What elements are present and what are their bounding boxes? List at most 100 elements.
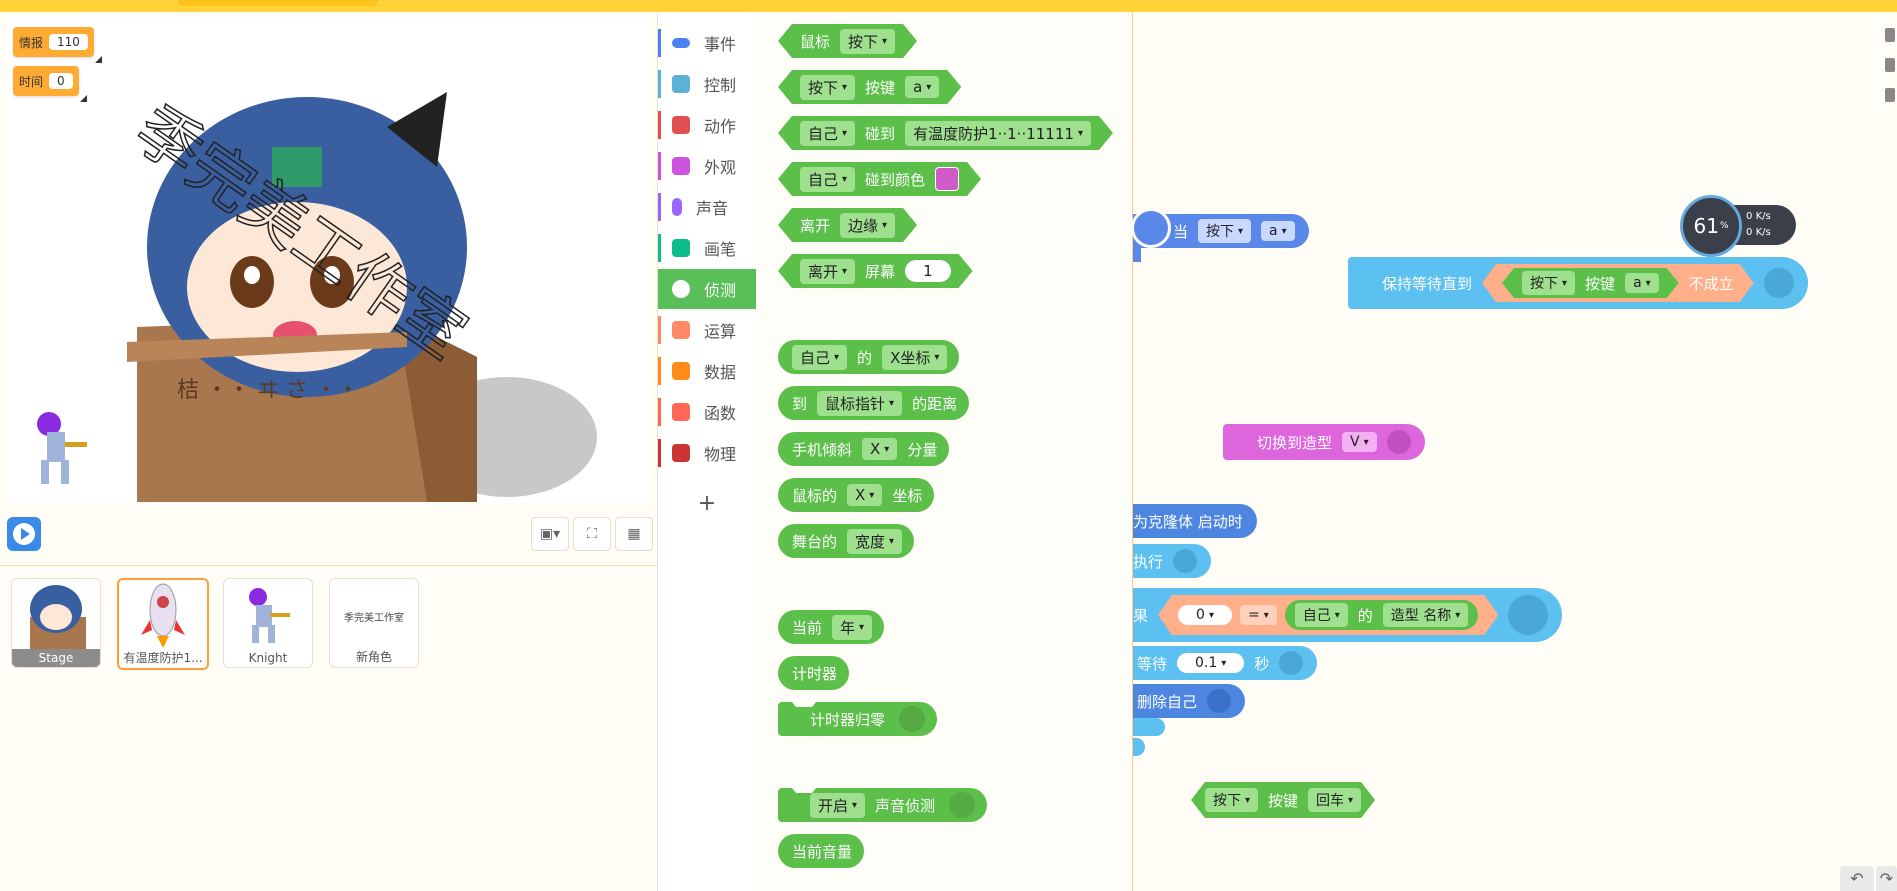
category-data[interactable]: 数据 bbox=[658, 351, 756, 391]
block-current-date[interactable]: 当前年 bbox=[778, 610, 885, 644]
dropdown[interactable]: 自己 bbox=[800, 121, 855, 146]
toggle-icon bbox=[672, 38, 690, 48]
block-mouse-down[interactable]: 鼠标 按下 bbox=[778, 24, 917, 58]
dropdown[interactable]: 自己 bbox=[792, 344, 848, 370]
monitor-time[interactable]: 时间 0 bbox=[13, 66, 87, 102]
category-menu: 事件 控制 动作 外观 声音 画笔 侦测 运算 数据 函数 物理 + bbox=[657, 12, 757, 891]
block-mouse-coordinate[interactable]: 鼠标的X坐标 bbox=[778, 478, 935, 512]
color-swatch[interactable] bbox=[935, 167, 959, 191]
block-tilt[interactable]: 手机倾斜X分量 bbox=[778, 432, 950, 466]
dropdown[interactable]: a bbox=[1261, 221, 1295, 241]
category-sound[interactable]: 声音 bbox=[658, 187, 756, 227]
category-label: 控制 bbox=[704, 76, 737, 95]
dropdown[interactable]: 边缘 bbox=[840, 213, 895, 238]
tool-icon[interactable] bbox=[1885, 28, 1895, 42]
sprite-name: Stage bbox=[12, 649, 100, 667]
value-input[interactable]: 0 bbox=[1178, 605, 1232, 625]
block-loudness[interactable]: 当前音量 bbox=[778, 834, 865, 868]
seconds-input[interactable]: 0.1 bbox=[1177, 653, 1245, 673]
block-sound-detection[interactable]: 开启声音侦测 bbox=[778, 788, 988, 822]
dropdown[interactable]: a bbox=[905, 76, 939, 98]
category-functions[interactable]: 函数 bbox=[658, 392, 756, 432]
operator-dropdown[interactable]: = bbox=[1240, 605, 1277, 625]
block-key-enter-pressed[interactable]: 按下按键回车 bbox=[1191, 782, 1375, 818]
block-reset-timer[interactable]: 计时器归零 bbox=[778, 702, 938, 736]
dropdown[interactable]: 回车 bbox=[1308, 788, 1361, 812]
equals-block[interactable]: 0 = 自己的造型 名称 bbox=[1158, 595, 1498, 635]
undo-icon[interactable]: ↶ bbox=[1840, 866, 1874, 891]
block-when-clone-starts[interactable]: 为克隆体 启动时 bbox=[1133, 504, 1257, 538]
tool-icon[interactable] bbox=[1885, 88, 1895, 102]
block-touching-color[interactable]: 自己碰到颜色 bbox=[778, 162, 981, 196]
run-button[interactable] bbox=[7, 517, 41, 551]
dropdown[interactable]: V bbox=[1342, 432, 1377, 452]
dropdown[interactable]: 按下 bbox=[840, 29, 895, 54]
block-attribute-of[interactable]: 自己的X坐标 bbox=[778, 340, 960, 374]
dropdown[interactable]: 按下 bbox=[1198, 219, 1252, 243]
block-wait-until[interactable]: 保持等待直到 按下按键a 不成立 bbox=[1348, 257, 1808, 309]
block-run[interactable]: 执行 bbox=[1133, 544, 1212, 578]
microphone-icon[interactable] bbox=[1885, 58, 1895, 72]
pen-icon bbox=[672, 239, 690, 257]
dropdown[interactable]: 鼠标指针 bbox=[817, 390, 903, 416]
block-leave-screen[interactable]: 离开屏幕1 bbox=[778, 254, 973, 288]
category-label: 声音 bbox=[696, 199, 729, 218]
block-wait-seconds[interactable]: 等待0.1秒 bbox=[1133, 646, 1318, 680]
key-pressed-block[interactable]: 按下按键a bbox=[1502, 268, 1679, 298]
block-distance-to[interactable]: 到鼠标指针的距离 bbox=[778, 386, 970, 420]
dropdown[interactable]: X bbox=[847, 484, 883, 506]
block-if[interactable]: 果 0 = 自己的造型 名称 bbox=[1133, 588, 1563, 642]
category-events[interactable]: 事件 bbox=[658, 23, 756, 63]
block-touching[interactable]: 自己碰到有温度防护1··1··11111 bbox=[778, 116, 1113, 150]
sprite-knight[interactable]: Knight bbox=[223, 578, 313, 668]
dropdown[interactable]: 自己 bbox=[1295, 603, 1348, 627]
category-pen[interactable]: 画笔 bbox=[658, 228, 756, 268]
block-key-pressed[interactable]: 按下按键a bbox=[778, 70, 961, 104]
add-extension-button[interactable]: + bbox=[658, 484, 756, 524]
stage-toolbar: ▣▾ ⛶ ▦ bbox=[0, 505, 657, 565]
block-switch-costume[interactable]: 切换到造型 V bbox=[1223, 424, 1425, 460]
gamepad-icon bbox=[1508, 595, 1549, 635]
category-motion[interactable]: 动作 bbox=[658, 105, 756, 145]
category-physics[interactable]: 物理 bbox=[658, 433, 756, 473]
dropdown[interactable]: X坐标 bbox=[882, 344, 948, 370]
block-stage-size[interactable]: 舞台的 宽度 bbox=[778, 524, 915, 558]
dropdown[interactable]: 按下 bbox=[1205, 788, 1258, 812]
stage-backdrop-art: 桔 ・・ ヰ さ ・・ bbox=[37, 92, 597, 502]
block-leave-edge[interactable]: 离开 边缘 bbox=[778, 208, 917, 242]
dropdown[interactable]: X bbox=[862, 438, 898, 460]
category-operators[interactable]: 运算 bbox=[658, 310, 756, 350]
not-block[interactable]: 按下按键a 不成立 bbox=[1482, 264, 1754, 302]
dropdown[interactable]: 按下 bbox=[800, 75, 855, 100]
number-input[interactable]: 1 bbox=[905, 260, 951, 282]
dropdown[interactable]: 造型 名称 bbox=[1383, 603, 1468, 627]
category-sensing[interactable]: 侦测 bbox=[658, 269, 756, 309]
sprite-new[interactable]: 季完美工作室 新角色 bbox=[329, 578, 419, 668]
redo-icon[interactable]: ↷ bbox=[1876, 866, 1897, 891]
block-timer[interactable]: 计时器 bbox=[778, 656, 850, 690]
fullscreen-icon[interactable]: ⛶ bbox=[573, 517, 611, 551]
sprite-stage[interactable]: Stage bbox=[11, 578, 101, 668]
function-icon bbox=[672, 403, 690, 421]
title-pill[interactable] bbox=[178, 0, 378, 6]
attribute-block[interactable]: 自己的造型 名称 bbox=[1285, 600, 1479, 630]
sprite-rocket[interactable]: 有温度防护1... bbox=[117, 578, 209, 670]
dropdown[interactable]: 年 bbox=[832, 614, 873, 640]
block-delete-clone[interactable]: 删除自己 bbox=[1133, 684, 1246, 718]
dropdown[interactable]: 自己 bbox=[800, 167, 855, 192]
category-label: 数据 bbox=[704, 363, 737, 382]
category-control[interactable]: 控制 bbox=[658, 64, 756, 104]
stage-canvas[interactable]: 桔 ・・ ヰ さ ・・ 季完美工作室 情报 110 时间 0 bbox=[7, 17, 650, 502]
dropdown[interactable]: 按下 bbox=[1522, 271, 1575, 295]
code-workspace[interactable]: 当按下a 保持等待直到 按下按键a 不成立 切换到造型V 为克隆体 启动时 执行… bbox=[1131, 12, 1897, 891]
dropdown[interactable]: 开启 bbox=[810, 792, 866, 818]
grid-icon[interactable]: ▦ bbox=[615, 517, 653, 551]
dropdown[interactable]: 有温度防护1··1··11111 bbox=[905, 121, 1091, 146]
dropdown[interactable]: a bbox=[1625, 273, 1659, 293]
dropdown[interactable]: 宽度 bbox=[847, 528, 903, 554]
category-looks[interactable]: 外观 bbox=[658, 146, 756, 186]
stage-size-icon[interactable]: ▣▾ bbox=[531, 517, 569, 551]
dropdown[interactable]: 离开 bbox=[800, 259, 855, 284]
monitor-intel[interactable]: 情报 110 bbox=[13, 27, 102, 63]
block-when-key-pressed[interactable]: 当按下a bbox=[1131, 208, 1309, 248]
